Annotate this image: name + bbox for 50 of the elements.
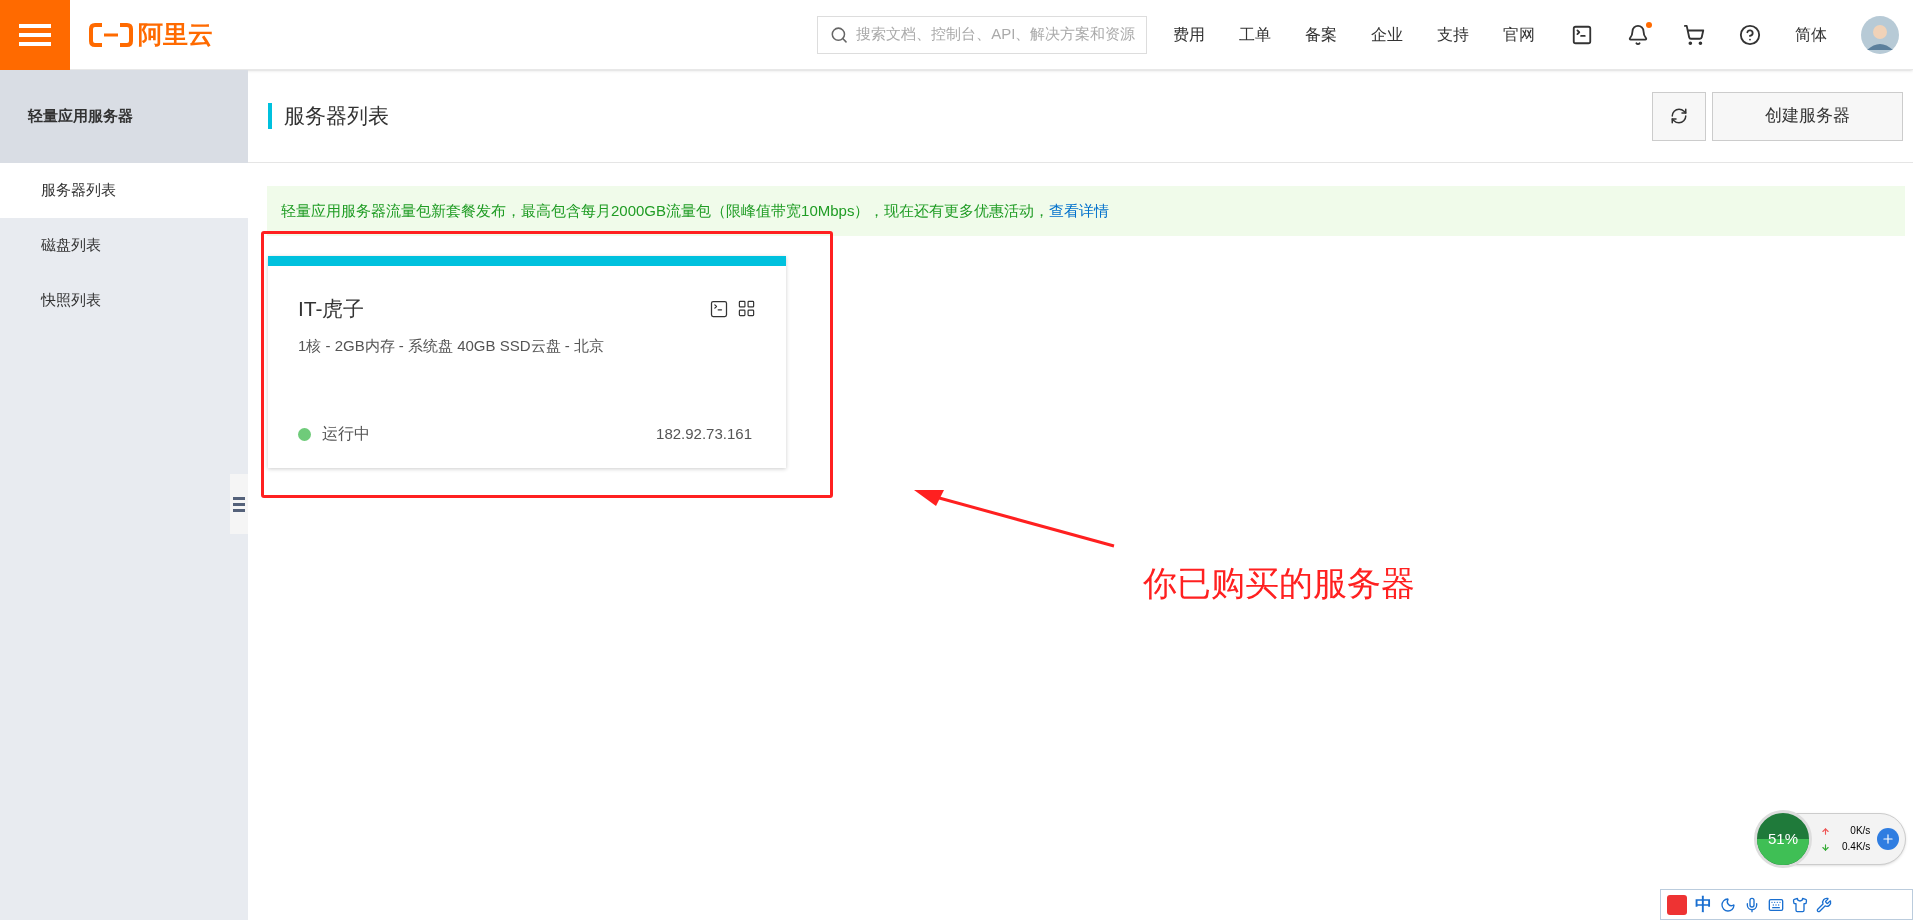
server-spec: 1核 - 2GB内存 - 系统盘 40GB SSD云盘 - 北京 [297,335,605,356]
menu-button[interactable] [0,0,70,70]
sidebar-item[interactable]: 快照列表 [0,273,248,328]
mic-icon[interactable] [1744,896,1760,913]
sidebar-item[interactable]: 磁盘列表 [0,218,248,273]
keyboard-icon[interactable] [1768,896,1784,913]
notice-banner: 轻量应用服务器流量包新套餐发布，最高包含每月2000GB流量包（限峰值带宽10Mbps），现在还有更多优惠活动，查看详情 [267,186,1905,236]
help-icon[interactable] [1739,23,1761,46]
moon-icon[interactable] [1720,896,1736,913]
terminal-icon[interactable] [709,298,729,319]
download-arrow-icon [1821,842,1830,852]
bell-icon[interactable] [1627,23,1649,46]
download-speed: 0.4K/s [1842,840,1871,854]
server-card[interactable]: IT-虎子 1核 - 2GB内存 - 系统盘 40GB SSD云盘 - 北京 运行中 182.92.73.161 [268,256,786,468]
avatar[interactable] [1861,15,1899,54]
nav-link[interactable]: 备案 [1305,22,1337,47]
nav-link[interactable]: 官网 [1503,22,1535,47]
cart-icon[interactable] [1683,23,1705,46]
shirt-icon[interactable] [1792,896,1808,913]
logo-text: 阿里云 [138,18,213,50]
language-link[interactable]: 简体 [1795,22,1827,47]
nav-link[interactable]: 企业 [1371,22,1403,47]
sidebar-title: 轻量应用服务器 [28,106,133,127]
create-server-button[interactable]: 创建服务器 [1712,91,1903,141]
server-name: IT-虎子 [298,296,365,322]
details-link[interactable]: 查看详情 [1049,199,1110,223]
refresh-icon [1670,107,1688,125]
terminal-icon[interactable] [1571,23,1593,46]
plus-icon [1881,832,1895,846]
annotation-text: 你已购买的服务器 [1143,563,1415,604]
page-title: 服务器列表 [284,103,389,130]
memory-percent: 51% [1768,828,1798,849]
nav-link[interactable]: 支持 [1437,22,1469,47]
search-icon [830,24,849,45]
input-mode[interactable]: 中 [1695,891,1712,918]
search-field[interactable]: 搜索文档、控制台、API、解决方案和资源 [817,15,1147,54]
ime-logo-icon [1667,894,1687,915]
grid-icon[interactable] [737,299,756,319]
nav-link[interactable]: 费用 [1173,22,1205,47]
status-text: 运行中 [322,424,370,444]
upload-arrow-icon [1821,826,1830,836]
ip-address: 182.92.73.161 [656,423,752,444]
refresh-button[interactable] [1652,91,1706,141]
wrench-icon[interactable] [1816,896,1832,913]
nav-link[interactable]: 工单 [1239,22,1271,47]
collapse-handle[interactable] [230,474,248,534]
sidebar-item[interactable]: 服务器列表 [0,163,248,218]
upload-speed: 0K/s [1850,824,1871,838]
logo-icon [88,21,134,48]
add-button[interactable] [1877,828,1899,850]
